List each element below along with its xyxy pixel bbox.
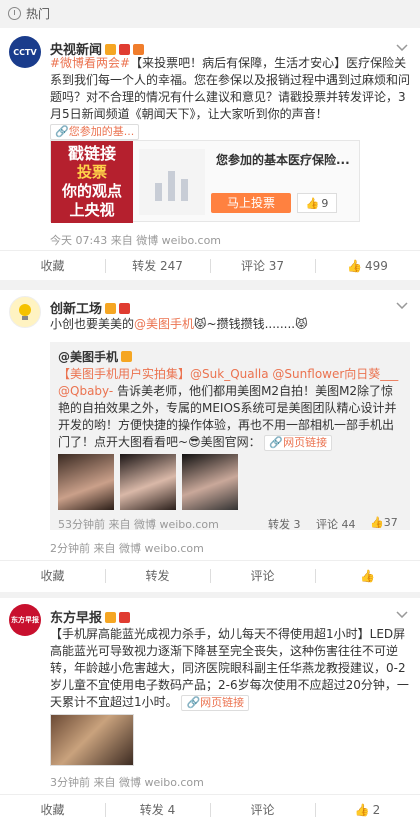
post-dongfang: 东方早报 东方早报 【手机屏高能蓝光成视力杀手，幼儿每天不得使用超1小时】LED… — [0, 598, 420, 829]
forward-like[interactable]: 👍37 — [370, 516, 398, 529]
hashtag-link[interactable]: #微博看两会# — [50, 56, 130, 70]
post-actions: 收藏 转发 评论 👍 — [0, 560, 420, 590]
forward-meta: 53分钟前 来自 微博 weibo.com — [58, 518, 219, 531]
vote-card-image: 戳链接 投票 你的观点 上央视 — [51, 141, 133, 223]
photo-thumb-3[interactable] — [182, 454, 238, 510]
post-text: 【手机屏高能蓝光成视力杀手，幼儿每天不得使用超1小时】LED屏高能蓝光可导致视力… — [50, 627, 409, 711]
post-chuangxin: 创新工场 小创也要美美的@美图手机😾~攒钱攒钱........😾 @美图手机 【… — [0, 290, 420, 592]
post-meta: 3分钟前 来自 微博 weibo.com — [50, 776, 204, 789]
thumb-icon: 👍 — [305, 196, 320, 210]
mention-link[interactable]: @美图手机 — [134, 317, 194, 331]
vote-card-title: 您参加的基本医疗保险... — [216, 153, 350, 167]
forward-comment[interactable]: 评论 44 — [316, 516, 356, 532]
cctv-avatar[interactable]: CCTV — [9, 36, 41, 68]
vote-count: 👍 9 — [297, 193, 337, 213]
hot-header: 热门 — [0, 0, 420, 26]
link-chip[interactable]: 🔗您参加的基... — [50, 124, 140, 140]
emoji-icon: 😾 — [295, 317, 308, 331]
link-icon: 🔗 — [186, 696, 201, 709]
vote-button[interactable]: 马上投票 — [211, 193, 291, 213]
post-cctv: CCTV 央视新闻 #微博看两会#【来投票吧！病后有保障，生活才安心】医疗保险关… — [0, 28, 420, 280]
chevron-down-icon[interactable] — [396, 44, 408, 51]
post-meta: 2分钟前 来自 微博 weibo.com — [50, 542, 204, 555]
comment-button[interactable]: 评论 — [210, 561, 315, 590]
vip-badge-icon — [119, 44, 131, 55]
chevron-down-icon[interactable] — [396, 611, 408, 618]
web-link-chip[interactable]: 🔗网页链接 — [181, 695, 250, 711]
dongfang-avatar[interactable]: 东方早报 — [9, 604, 41, 636]
repost-button[interactable]: 转发 247 — [105, 251, 210, 280]
verified-badge-icon — [105, 303, 117, 314]
forwarded-post[interactable]: @美图手机 【美图手机用户实拍集】@Suk_Qualla @Sunflower向… — [50, 342, 410, 532]
vote-card[interactable]: 戳链接 投票 你的观点 上央视 您参加的基本医疗保险... 马上投票 👍 9 — [50, 140, 360, 223]
post-actions: 收藏 转发 4 评论 👍 2 — [0, 794, 420, 824]
photo-thumb-2[interactable] — [120, 454, 176, 510]
post-text: #微博看两会#【来投票吧！病后有保障，生活才安心】医疗保险关系到我们每一个人的幸… — [50, 56, 411, 140]
like-icon: 👍 — [370, 516, 384, 529]
link-icon: 🔗 — [269, 436, 284, 449]
member-badge-icon — [133, 44, 145, 55]
like-button[interactable]: 👍 2 — [315, 795, 420, 824]
like-icon: 👍 — [347, 258, 363, 273]
post-photo[interactable] — [50, 714, 134, 766]
forward-repost[interactable]: 转发 3 — [268, 516, 301, 532]
link-icon: 🔗 — [55, 125, 69, 138]
collect-button[interactable]: 收藏 — [0, 561, 105, 590]
post-author[interactable]: 创新工场 — [50, 298, 131, 317]
emoji-icon: 😾 — [194, 317, 207, 331]
post-author[interactable]: 东方早报 — [50, 607, 131, 626]
forward-text: 【美图手机用户实拍集】@Suk_Qualla @Sunflower向日葵___ … — [58, 367, 399, 451]
lightbulb-icon — [19, 304, 31, 320]
post-meta: 今天 07:43 来自 微博 weibo.com — [50, 234, 222, 247]
like-icon: 👍 — [354, 802, 370, 817]
collect-button[interactable]: 收藏 — [0, 795, 105, 824]
repost-button[interactable]: 转发 4 — [105, 795, 210, 824]
clock-icon — [8, 6, 21, 20]
like-icon: 👍 — [360, 568, 375, 583]
post-actions: 收藏 转发 247 评论 37 👍 499 — [0, 250, 420, 280]
verified-badge-icon — [105, 612, 117, 623]
verified-badge-icon — [121, 351, 133, 362]
post-text: 小创也要美美的@美图手机😾~攒钱攒钱........😾 — [50, 317, 308, 331]
web-link-chip[interactable]: 🔗网页链接 — [264, 435, 333, 451]
like-button[interactable]: 👍 — [315, 561, 420, 590]
bar-chart-icon — [139, 149, 205, 215]
vip-badge-icon — [119, 612, 131, 623]
verified-badge-icon — [105, 44, 117, 55]
like-button[interactable]: 👍 499 — [315, 251, 420, 280]
repost-button[interactable]: 转发 — [105, 561, 210, 590]
comment-button[interactable]: 评论 — [210, 795, 315, 824]
photo-thumb-1[interactable] — [58, 454, 114, 510]
chevron-down-icon[interactable] — [396, 302, 408, 309]
comment-button[interactable]: 评论 37 — [210, 251, 315, 280]
collect-button[interactable]: 收藏 — [0, 251, 105, 280]
forward-author[interactable]: @美图手机 — [58, 348, 133, 365]
emoji-icon: 😎 — [188, 435, 201, 449]
hot-title: 热门 — [26, 6, 51, 21]
chuangxin-avatar[interactable] — [9, 296, 41, 328]
vip-badge-icon — [119, 303, 131, 314]
